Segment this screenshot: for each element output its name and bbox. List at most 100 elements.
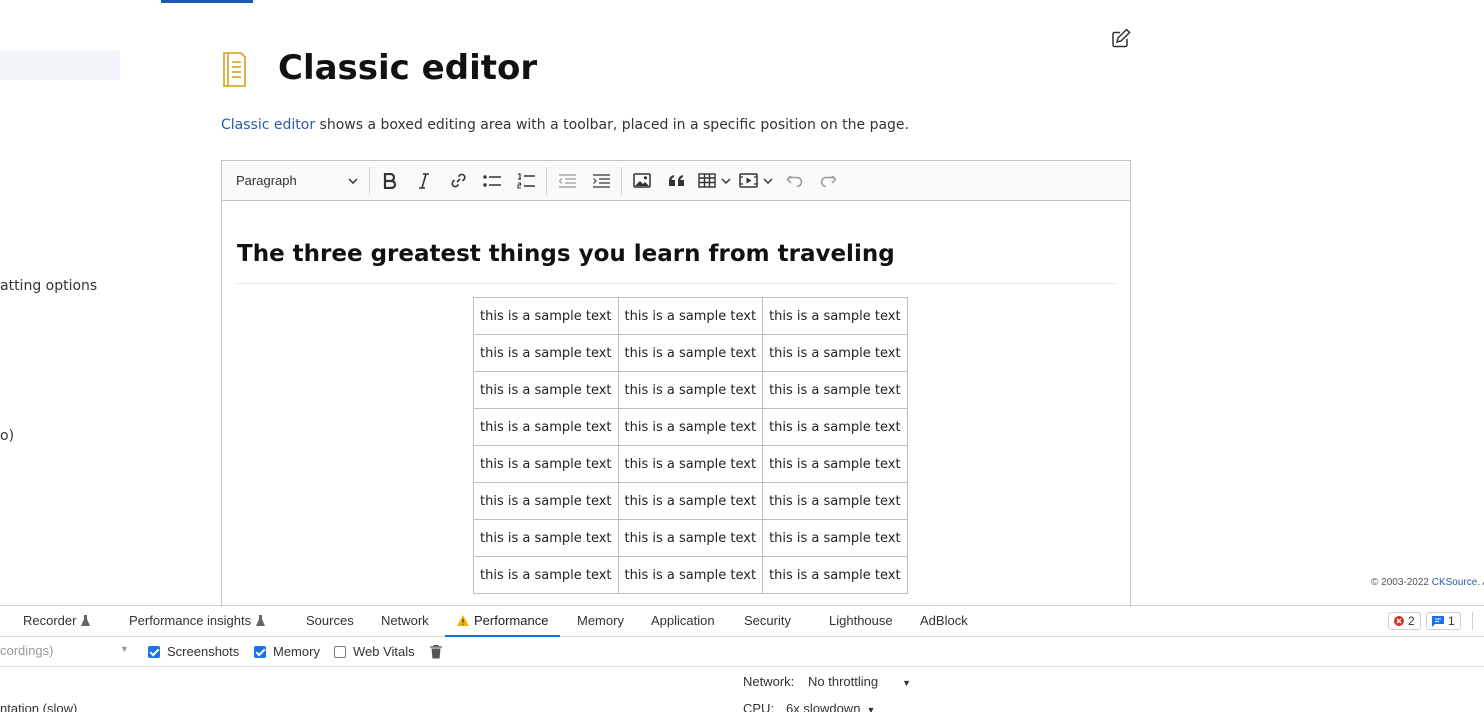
tab-network[interactable]: Network [381,606,429,637]
screenshots-checkbox[interactable]: Screenshots [148,644,239,659]
recordings-select[interactable]: cordings) [0,643,53,658]
toolbar-separator [546,166,547,195]
bulleted-list-button[interactable] [475,166,509,196]
numbered-list-button[interactable] [509,166,543,196]
message-count-badge[interactable]: 1 [1426,612,1461,630]
edit-page-icon[interactable] [1110,27,1132,49]
table-row: this is a sample text this is a sample te… [473,297,908,335]
table-cell[interactable]: this is a sample text [617,297,764,335]
bold-icon [383,172,397,189]
heading-dropdown[interactable]: Paragraph [228,166,366,196]
trash-icon[interactable] [430,645,442,659]
tab-sources[interactable]: Sources [306,606,354,637]
table-cell[interactable]: this is a sample text [473,371,619,409]
table-cell[interactable]: this is a sample text [617,371,764,409]
checkbox-label: Memory [273,644,320,659]
tab-label: Performance insights [129,613,252,628]
tab-security[interactable]: Security [744,606,791,637]
chevron-down-icon [720,177,731,184]
cpu-throttle-select[interactable]: 6x slowdown ▼ [786,701,875,712]
web-vitals-checkbox[interactable]: Web Vitals [334,644,415,659]
error-icon [1394,616,1404,626]
outdent-button[interactable] [550,166,584,196]
throttling-settings: ntation (slow) Network: No throttling ▼ C… [0,668,1484,712]
table-cell[interactable]: this is a sample text [762,408,908,446]
table-cell[interactable]: this is a sample text [473,408,619,446]
devtools-panel: Recorder Performance insights Sources Ne… [0,605,1484,712]
table-cell[interactable]: this is a sample text [762,556,908,594]
table-row: this is a sample text this is a sample te… [473,482,908,520]
redo-icon [820,174,837,187]
toolbar-separator [1472,612,1473,630]
table-cell[interactable]: this is a sample text [473,334,619,372]
copyright-suffix: Al [1480,577,1484,588]
bold-button[interactable] [373,166,407,196]
error-count: 2 [1408,614,1415,628]
sidebar-item-fragment[interactable]: o) [0,428,14,444]
table-cell[interactable]: this is a sample text [762,334,908,372]
table-row: this is a sample text this is a sample te… [473,556,908,594]
table-cell[interactable]: this is a sample text [617,445,764,483]
table-cell[interactable]: this is a sample text [762,297,908,335]
table-cell[interactable]: this is a sample text [762,445,908,483]
table-cell[interactable]: this is a sample text [617,519,764,557]
table-row: this is a sample text this is a sample te… [473,445,908,483]
classic-editor: Paragraph The three greatest things you … [221,160,1131,620]
page-title: Classic editor [278,48,538,88]
checkbox-checked-icon [148,645,160,658]
tab-lighthouse[interactable]: Lighthouse [829,606,893,637]
error-count-badge[interactable]: 2 [1388,612,1421,630]
sidebar-item-formatting-options[interactable]: atting options [0,278,97,294]
table-cell[interactable]: this is a sample text [473,445,619,483]
table-cell[interactable]: this is a sample text [473,297,619,335]
intro-paragraph: Classic editor shows a boxed editing are… [221,117,909,133]
dropdown-arrow-icon: ▼ [866,705,876,712]
italic-icon [419,172,429,189]
dropdown-arrow-icon: ▼ [902,678,912,688]
memory-checkbox[interactable]: Memory [254,644,320,659]
insert-image-button[interactable] [625,166,659,196]
dropdown-arrow-icon: ▼ [120,644,129,654]
table-cell[interactable]: this is a sample text [473,556,619,594]
network-throttle-select[interactable]: No throttling ▼ [808,674,911,689]
bulleted-list-icon [483,174,501,187]
heading-divider [236,283,1116,284]
experiment-flask-icon [81,615,91,626]
table-cell[interactable]: this is a sample text [762,371,908,409]
table-cell[interactable]: this is a sample text [617,408,764,446]
table-cell[interactable]: this is a sample text [762,519,908,557]
block-quote-button[interactable] [659,166,693,196]
undo-icon [785,174,802,187]
quote-icon [668,175,684,186]
table-cell[interactable]: this is a sample text [617,482,764,520]
indent-button[interactable] [584,166,618,196]
message-icon [1432,615,1444,627]
sample-table[interactable]: this is a sample text this is a sample te… [473,297,908,594]
cksource-link[interactable]: CKSource. [1432,577,1480,588]
checkbox-checked-icon [254,645,266,658]
tab-application[interactable]: Application [651,606,715,637]
insert-table-button[interactable] [693,166,735,196]
tab-recorder[interactable]: Recorder [23,606,91,637]
redo-button[interactable] [811,166,845,196]
tab-label: Recorder [23,613,77,628]
tab-memory[interactable]: Memory [577,606,624,637]
table-cell[interactable]: this is a sample text [617,556,764,594]
outdent-icon [558,173,576,188]
chevron-down-icon [763,177,773,184]
table-row: this is a sample text this is a sample te… [473,334,908,372]
table-cell[interactable]: this is a sample text [617,334,764,372]
tab-performance[interactable]: Performance [445,606,561,637]
content-heading[interactable]: The three greatest things you learn from… [237,241,895,267]
table-cell[interactable]: this is a sample text [762,482,908,520]
link-button[interactable] [441,166,475,196]
classic-editor-link[interactable]: Classic editor [221,117,315,133]
tab-adblock[interactable]: AdBlock [920,606,968,637]
insert-media-button[interactable] [735,166,777,196]
undo-button[interactable] [777,166,811,196]
sidebar-active-item[interactable] [0,51,120,80]
tab-performance-insights[interactable]: Performance insights [129,606,266,637]
table-cell[interactable]: this is a sample text [473,519,619,557]
table-cell[interactable]: this is a sample text [473,482,619,520]
italic-button[interactable] [407,166,441,196]
